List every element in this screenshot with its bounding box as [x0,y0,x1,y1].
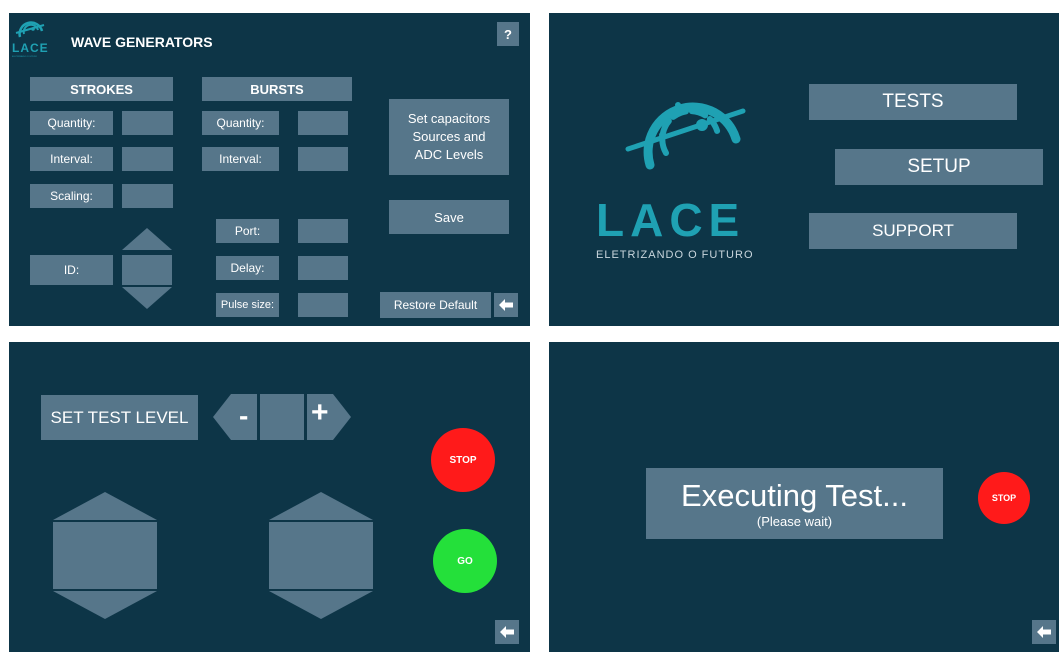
strokes-interval-input[interactable] [122,147,173,171]
back-arrow-icon [499,299,513,311]
strokes-header: STROKES [30,77,173,101]
logo-tagline: ELETRIZANDO O FUTURO [596,249,754,261]
restore-default-button[interactable]: Restore Default [380,292,491,318]
bursts-interval-input[interactable] [298,147,348,171]
test-level-panel: SET TEST LEVEL - + STOP GO [9,342,530,652]
port-label: Port: [216,219,279,243]
pulse-size-input[interactable] [298,293,348,317]
save-button[interactable]: Save [389,200,509,234]
setup-button[interactable]: SETUP [835,149,1043,185]
delay-label: Delay: [216,256,279,280]
id-value-input[interactable] [122,255,172,285]
strokes-quantity-label: Quantity: [30,111,113,135]
strokes-quantity-input[interactable] [122,111,173,135]
back-arrow-icon [500,626,514,638]
lace-logo-swirl-icon [625,102,746,170]
left-down-arrow-button[interactable] [53,591,157,619]
test-level-value[interactable] [260,394,304,440]
back-arrow-icon [1037,626,1051,638]
increase-level-button[interactable]: + [307,394,351,440]
wave-generators-panel: LACE ELETRIZANDO O FUTURO WAVE GENERATOR… [9,13,530,326]
lace-logo: LACE ELETRIZANDO O FUTURO [596,73,771,263]
help-button[interactable]: ? [497,22,519,46]
decrease-level-button[interactable]: - [213,394,257,440]
lace-logo-swirl-icon [15,21,45,38]
right-up-arrow-button[interactable] [269,492,373,520]
back-button[interactable] [494,293,518,317]
bursts-quantity-label: Quantity: [202,111,279,135]
lace-logo-small: LACE ELETRIZANDO O FUTURO [12,17,52,61]
set-test-level-label: SET TEST LEVEL [41,395,198,440]
executing-status-title: Executing Test... [681,477,908,513]
logo-text: LACE [12,41,49,55]
strokes-scaling-label: Scaling: [30,184,113,208]
left-up-arrow-button[interactable] [53,492,157,520]
strokes-id-label: ID: [30,255,113,285]
bursts-header: BURSTS [202,77,352,101]
page-title: WAVE GENERATORS [71,34,213,50]
logo-tagline: ELETRIZANDO O FUTURO [12,56,38,58]
right-control-pad[interactable] [269,522,373,589]
bursts-interval-label: Interval: [202,147,279,171]
main-menu-panel: LACE ELETRIZANDO O FUTURO TESTS SETUP SU… [549,13,1059,326]
right-down-arrow-button[interactable] [269,591,373,619]
id-down-arrow-button[interactable] [122,287,172,309]
logo-text: LACE [596,194,746,246]
tests-button[interactable]: TESTS [809,84,1017,120]
port-input[interactable] [298,219,348,243]
delay-input[interactable] [298,256,348,280]
minus-arrow-icon [213,394,257,440]
executing-status-subtitle: (Please wait) [756,513,833,529]
executing-test-panel: Executing Test... (Please wait) STOP [549,342,1059,652]
support-button[interactable]: SUPPORT [809,213,1017,249]
stop-button[interactable]: STOP [431,428,495,492]
back-button[interactable] [1032,620,1056,644]
strokes-interval-label: Interval: [30,147,113,171]
minus-label: - [239,400,249,431]
left-control-pad[interactable] [53,522,157,589]
executing-status-box: Executing Test... (Please wait) [646,468,943,539]
pulse-size-label: Pulse size: [216,293,279,317]
bursts-quantity-input[interactable] [298,111,348,135]
stop-button[interactable]: STOP [978,472,1030,524]
id-up-arrow-button[interactable] [122,228,172,250]
go-button[interactable]: GO [433,529,497,593]
plus-label: + [311,396,329,429]
strokes-scaling-input[interactable] [122,184,173,208]
set-capacitors-button[interactable]: Set capacitors Sources and ADC Levels [389,99,509,175]
back-button[interactable] [495,620,519,644]
